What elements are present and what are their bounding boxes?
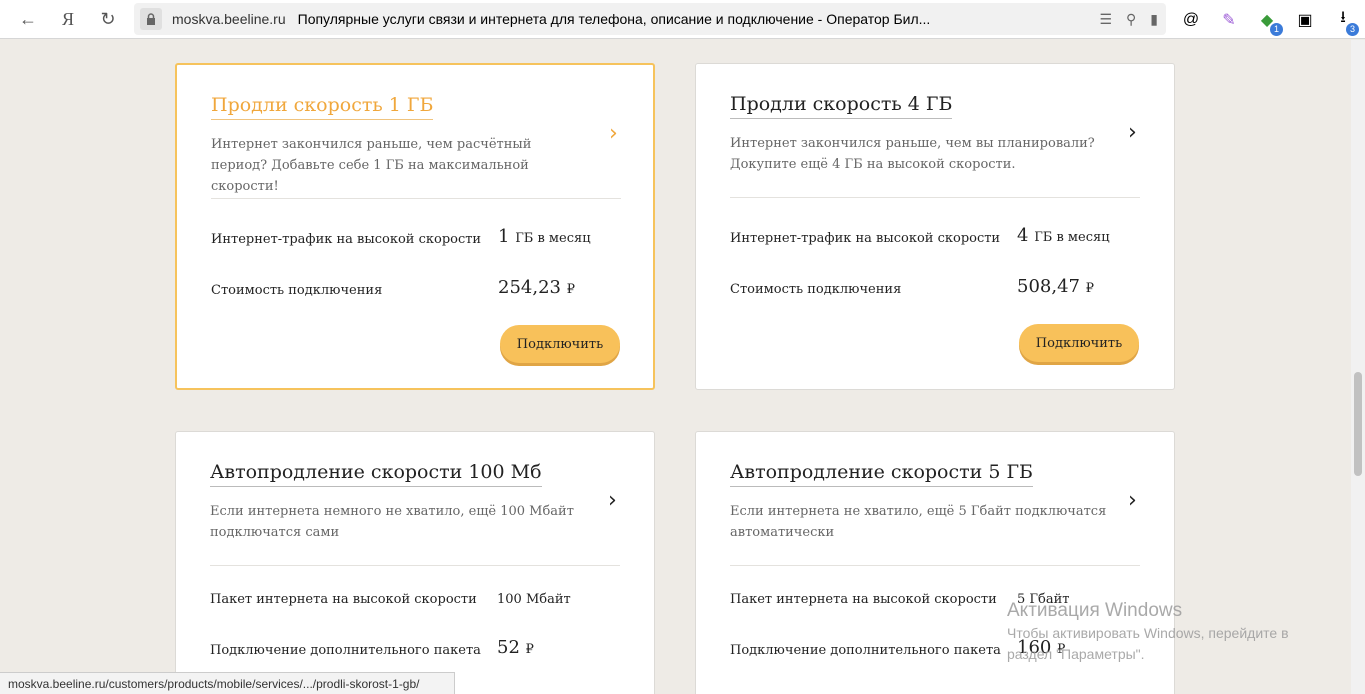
service-card[interactable]: Автопродление скорости 100 Мб Если интер… (175, 431, 655, 694)
service-card[interactable]: Продли скорость 1 ГБ Интернет закончился… (175, 63, 655, 390)
divider (211, 198, 621, 199)
chevron-right-icon[interactable]: › (608, 488, 617, 513)
row-label: Подключение дополнительного пакета (210, 643, 481, 658)
watermark-line: раздел "Параметры". (1007, 646, 1145, 662)
row-label: Пакет интернета на высокой скорости (210, 592, 477, 607)
reader-mode-icon[interactable]: ☰ (1099, 11, 1112, 28)
at-sign-icon[interactable]: @ (1181, 10, 1201, 30)
scrollbar-thumb[interactable] (1354, 372, 1362, 476)
address-actions: ☰ ⚲ ▮ (1099, 3, 1158, 35)
chevron-right-icon[interactable]: › (1128, 120, 1137, 145)
watermark-heading: Активация Windows (1007, 600, 1183, 621)
row-label: Стоимость подключения (730, 282, 902, 297)
connect-button[interactable]: Подключить (500, 325, 620, 363)
extensions-area: @ ✎ ◆ 1 ▣ ⭳ 3 (1181, 0, 1359, 39)
chevron-right-icon[interactable]: › (609, 121, 618, 146)
row-value: 100 Мбайт (497, 592, 571, 607)
download-icon[interactable]: ⭳ 3 (1333, 9, 1359, 36)
download-badge: 3 (1346, 22, 1359, 36)
row-label: Стоимость подключения (211, 283, 383, 298)
row-label: Пакет интернета на высокой скорости (730, 592, 997, 607)
yandex-logo[interactable]: Я (48, 0, 88, 39)
page-title: Популярные услуги связи и интернета для … (297, 11, 931, 27)
reload-icon[interactable]: ↻ (88, 0, 128, 39)
extension-badge: 1 (1270, 22, 1283, 36)
feather-icon[interactable]: ✎ (1219, 10, 1239, 30)
card-description: Интернет закончился раньше, чем расчётны… (211, 137, 532, 194)
back-icon[interactable]: ← (8, 0, 48, 39)
card-title[interactable]: Продли скорость 1 ГБ (211, 93, 434, 120)
row-value: 1 ГБ в месяц (498, 226, 591, 247)
chevron-right-icon[interactable]: › (1128, 488, 1137, 513)
lock-icon[interactable] (140, 8, 162, 30)
row-label: Интернет-трафик на высокой скорости (211, 232, 482, 247)
windows-activation-watermark: Активация Windows Чтобы активировать Win… (1007, 600, 1289, 664)
card-title[interactable]: Продли скорость 4 ГБ (730, 92, 953, 119)
card-description: Если интернета немного не хватило, ещё 1… (210, 504, 574, 540)
service-card[interactable]: Продли скорость 4 ГБ Интернет закончился… (695, 63, 1175, 390)
card-description: Если интернета не хватило, ещё 5 Гбайт п… (730, 504, 1107, 540)
extension-icon[interactable]: ◆ 1 (1257, 10, 1283, 36)
row-label: Подключение дополнительного пакета (730, 643, 1001, 658)
divider (730, 565, 1140, 566)
row-value: 52 ₽ (497, 637, 534, 658)
status-bar-url: moskva.beeline.ru/customers/products/mob… (0, 672, 455, 694)
card-description: Интернет закончился раньше, чем вы плани… (730, 136, 1095, 172)
browser-toolbar: ← Я ↻ moskva.beeline.ru Популярные услуг… (0, 0, 1365, 39)
card-title[interactable]: Автопродление скорости 5 ГБ (730, 460, 1034, 487)
row-value: 254,23 ₽ (498, 277, 575, 298)
connect-button[interactable]: Подключить (1019, 324, 1139, 362)
watermark-line: Чтобы активировать Windows, перейдите в (1007, 625, 1289, 641)
row-value: 4 ГБ в месяц (1017, 225, 1110, 246)
address-bar[interactable]: moskva.beeline.ru Популярные услуги связ… (134, 3, 1166, 35)
bookmark-icon[interactable]: ▮ (1150, 11, 1158, 28)
clipboard-icon[interactable]: ▣ (1295, 10, 1315, 30)
row-value: 508,47 ₽ (1017, 276, 1094, 297)
page-scrollbar[interactable] (1351, 40, 1365, 694)
card-title[interactable]: Автопродление скорости 100 Мб (210, 460, 542, 487)
divider (210, 565, 620, 566)
address-domain: moskva.beeline.ru (172, 11, 286, 27)
protect-icon[interactable]: ⚲ (1126, 11, 1136, 28)
row-label: Интернет-трафик на высокой скорости (730, 231, 1001, 246)
divider (730, 197, 1140, 198)
